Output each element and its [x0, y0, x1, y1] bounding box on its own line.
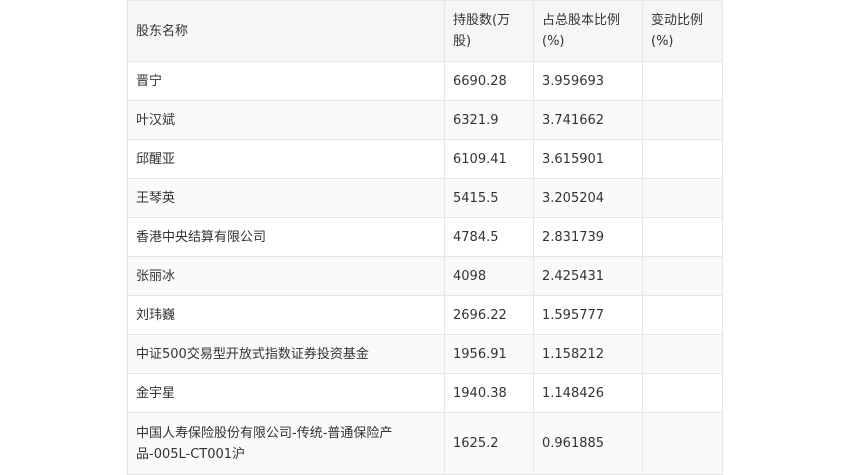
table-row: 刘玮巍 2696.22 1.595777	[127, 295, 723, 335]
header-change-ratio: 变动比例(%)	[642, 0, 723, 62]
cell-shares-held: 1940.38	[444, 373, 534, 413]
cell-shares-held: 6321.9	[444, 100, 534, 140]
table-row: 晋宁 6690.28 3.959693	[127, 61, 723, 101]
cell-shareholder-name: 王琴英	[127, 178, 445, 218]
cell-share-ratio: 0.961885	[533, 412, 643, 475]
shareholder-table-container: 股东名称 持股数(万股) 占总股本比例(%) 变动比例(%) 晋宁 6690.2…	[127, 0, 723, 475]
cell-change-ratio	[642, 217, 723, 257]
cell-shareholder-name: 晋宁	[127, 61, 445, 101]
cell-share-ratio: 3.205204	[533, 178, 643, 218]
cell-change-ratio	[642, 334, 723, 374]
cell-change-ratio	[642, 178, 723, 218]
cell-share-ratio: 3.959693	[533, 61, 643, 101]
cell-shareholder-name: 刘玮巍	[127, 295, 445, 335]
cell-share-ratio: 2.425431	[533, 256, 643, 296]
cell-change-ratio	[642, 100, 723, 140]
cell-share-ratio: 3.741662	[533, 100, 643, 140]
header-share-ratio: 占总股本比例(%)	[533, 0, 643, 62]
cell-change-ratio	[642, 139, 723, 179]
cell-share-ratio: 1.158212	[533, 334, 643, 374]
cell-change-ratio	[642, 61, 723, 101]
cell-shares-held: 6690.28	[444, 61, 534, 101]
cell-share-ratio: 2.831739	[533, 217, 643, 257]
cell-shareholder-name: 中国人寿保险股份有限公司-传统-普通保险产品-005L-CT001沪	[127, 412, 445, 475]
cell-change-ratio	[642, 412, 723, 475]
header-row: 股东名称 持股数(万股) 占总股本比例(%) 变动比例(%)	[127, 0, 723, 62]
table-row: 金宇星 1940.38 1.148426	[127, 373, 723, 413]
cell-shares-held: 4098	[444, 256, 534, 296]
cell-shareholder-name: 香港中央结算有限公司	[127, 217, 445, 257]
header-shareholder-name: 股东名称	[127, 0, 445, 62]
header-shares-held: 持股数(万股)	[444, 0, 534, 62]
cell-shareholder-name: 中证500交易型开放式指数证券投资基金	[127, 334, 445, 374]
table-row: 香港中央结算有限公司 4784.5 2.831739	[127, 217, 723, 257]
cell-change-ratio	[642, 295, 723, 335]
table-row: 张丽冰 4098 2.425431	[127, 256, 723, 296]
cell-shares-held: 6109.41	[444, 139, 534, 179]
table-body: 晋宁 6690.28 3.959693 叶汉斌 6321.9 3.741662 …	[127, 61, 723, 475]
cell-shares-held: 2696.22	[444, 295, 534, 335]
cell-shareholder-name: 金宇星	[127, 373, 445, 413]
table-row: 中国人寿保险股份有限公司-传统-普通保险产品-005L-CT001沪 1625.…	[127, 412, 723, 475]
table-header: 股东名称 持股数(万股) 占总股本比例(%) 变动比例(%)	[127, 0, 723, 62]
table-row: 中证500交易型开放式指数证券投资基金 1956.91 1.158212	[127, 334, 723, 374]
cell-shares-held: 4784.5	[444, 217, 534, 257]
cell-shares-held: 1625.2	[444, 412, 534, 475]
cell-share-ratio: 1.595777	[533, 295, 643, 335]
table-row: 王琴英 5415.5 3.205204	[127, 178, 723, 218]
cell-shareholder-name: 叶汉斌	[127, 100, 445, 140]
cell-share-ratio: 1.148426	[533, 373, 643, 413]
cell-shares-held: 5415.5	[444, 178, 534, 218]
table-row: 邱醒亚 6109.41 3.615901	[127, 139, 723, 179]
cell-shareholder-name: 张丽冰	[127, 256, 445, 296]
cell-share-ratio: 3.615901	[533, 139, 643, 179]
cell-shares-held: 1956.91	[444, 334, 534, 374]
cell-change-ratio	[642, 256, 723, 296]
cell-change-ratio	[642, 373, 723, 413]
shareholder-table: 股东名称 持股数(万股) 占总股本比例(%) 变动比例(%) 晋宁 6690.2…	[127, 0, 723, 475]
cell-shareholder-name: 邱醒亚	[127, 139, 445, 179]
table-row: 叶汉斌 6321.9 3.741662	[127, 100, 723, 140]
